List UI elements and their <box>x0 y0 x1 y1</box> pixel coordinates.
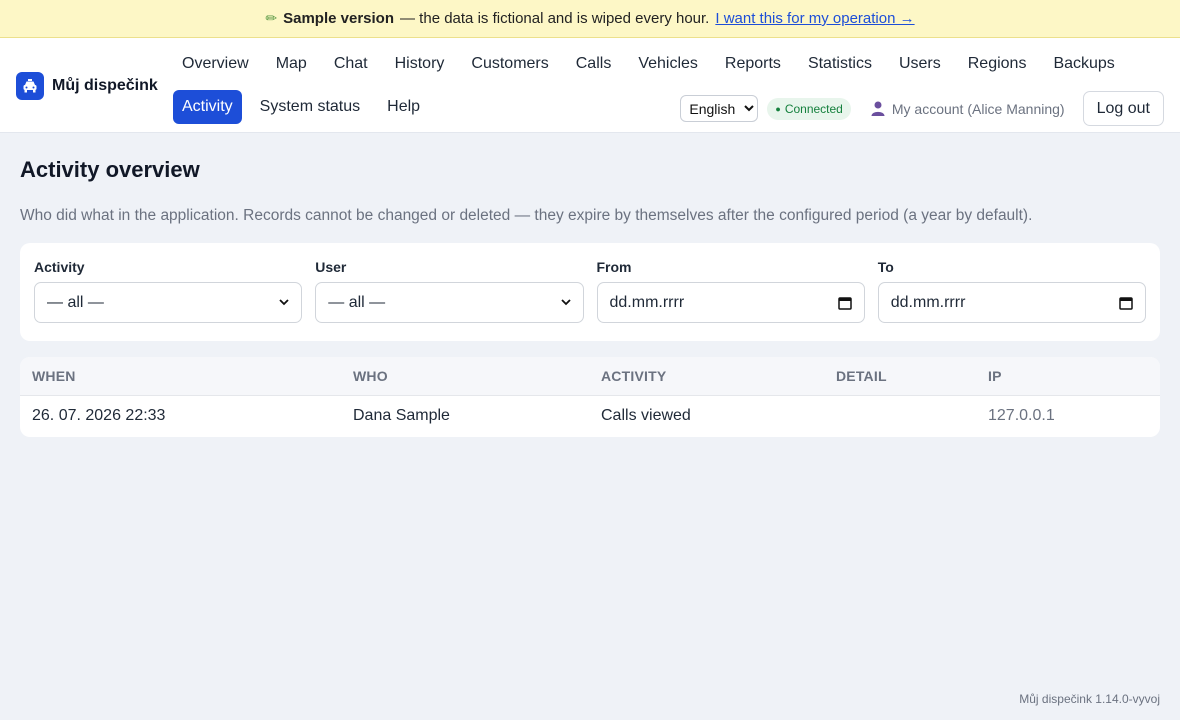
table-header-row: WHEN WHO ACTIVITY DETAIL IP <box>20 357 1160 396</box>
page-description: Who did what in the application. Records… <box>20 207 1033 224</box>
to-date-placeholder: dd.mm.rrrr <box>890 293 966 311</box>
my-account-label: My account (Alice Manning) <box>891 100 1065 117</box>
nav-backups[interactable]: Backups <box>1044 47 1123 81</box>
column-activity: ACTIVITY <box>589 357 824 396</box>
column-ip: IP <box>976 357 1160 396</box>
brand-name: Můj dispečink <box>52 77 158 94</box>
header-actions: English ● Connected My account (Alice Ma… <box>680 91 1164 126</box>
pencil-icon: ✏ <box>265 10 278 26</box>
version-footer: Můj dispečink 1.14.0-vyvoj <box>1019 692 1160 706</box>
from-date-placeholder: dd.mm.rrrr <box>609 293 685 311</box>
activity-select[interactable]: — all — <box>34 282 303 323</box>
nav-system-status[interactable]: System status <box>251 90 369 124</box>
nav-vehicles[interactable]: Vehicles <box>629 47 707 81</box>
nav-customers[interactable]: Customers <box>462 47 557 81</box>
taxi-icon <box>16 72 44 100</box>
nav-calls[interactable]: Calls <box>567 47 621 81</box>
page-title: Activity overview <box>20 157 200 182</box>
nav-history[interactable]: History <box>386 47 454 81</box>
nav-users[interactable]: Users <box>890 47 950 81</box>
main-content: Activity overview Who did what in the ap… <box>0 157 1180 437</box>
column-when: WHEN <box>20 357 341 396</box>
chevron-down-icon <box>560 299 571 306</box>
user-icon <box>871 101 885 116</box>
user-filter: User — all — <box>315 259 584 325</box>
language-select[interactable]: English <box>680 95 759 122</box>
cell-detail <box>824 395 976 437</box>
nav-map[interactable]: Map <box>267 47 316 81</box>
nav-primary: Overview Map Chat History Customers Call… <box>173 47 1133 81</box>
cell-ip: 127.0.0.1 <box>988 407 1055 425</box>
nav-help[interactable]: Help <box>378 90 429 124</box>
banner-link[interactable]: I want this for my operation → <box>715 10 914 27</box>
nav-secondary: Activity System status Help <box>173 90 438 124</box>
logout-button[interactable]: Log out <box>1082 91 1164 126</box>
activity-table-card: WHEN WHO ACTIVITY DETAIL IP 26. 07. 2026… <box>20 357 1160 437</box>
activity-filter: Activity — all — <box>34 259 303 325</box>
cell-when: 26. 07. 2026 22:33 <box>32 407 166 425</box>
user-select-value: — all — <box>328 293 386 311</box>
my-account-link[interactable]: My account (Alice Manning) <box>871 101 1065 117</box>
activity-filter-label: Activity <box>34 259 85 275</box>
column-detail: DETAIL <box>824 357 976 396</box>
nav-statistics[interactable]: Statistics <box>799 47 881 81</box>
sample-banner: ✏ Sample version — the data is fictional… <box>0 0 1180 38</box>
nav-regions[interactable]: Regions <box>959 47 1036 81</box>
brand[interactable]: Můj dispečink <box>16 72 158 100</box>
activity-select-value: — all — <box>47 293 104 311</box>
status-dot-icon: ● <box>775 103 781 114</box>
chevron-down-icon <box>279 299 289 306</box>
banner-text: — the data is fictional and is wiped eve… <box>400 10 710 27</box>
app-header: Můj dispečink Overview Map Chat History … <box>0 38 1180 133</box>
to-date-input[interactable]: dd.mm.rrrr <box>877 282 1146 323</box>
user-filter-label: User <box>315 259 347 275</box>
nav-overview[interactable]: Overview <box>173 47 258 81</box>
from-date-input[interactable]: dd.mm.rrrr <box>596 282 865 323</box>
filter-panel: Activity — all — User — all — From dd.mm… <box>20 243 1160 341</box>
nav-reports[interactable]: Reports <box>716 47 790 81</box>
activity-table: WHEN WHO ACTIVITY DETAIL IP 26. 07. 2026… <box>20 357 1160 437</box>
banner-title: Sample version <box>283 10 395 27</box>
table-row: 26. 07. 2026 22:33 Dana Sample Calls vie… <box>20 395 1160 437</box>
from-filter: From dd.mm.rrrr <box>596 259 865 325</box>
nav-activity[interactable]: Activity <box>173 90 242 124</box>
connection-status-text: Connected <box>784 101 843 116</box>
from-filter-label: From <box>596 259 632 275</box>
cell-activity: Calls viewed <box>601 407 691 425</box>
nav-chat[interactable]: Chat <box>325 47 377 81</box>
to-filter: To dd.mm.rrrr <box>877 259 1146 325</box>
cell-who: Dana Sample <box>353 407 450 425</box>
user-select[interactable]: — all — <box>315 282 584 323</box>
calendar-icon[interactable] <box>838 296 852 310</box>
column-who: WHO <box>341 357 589 396</box>
connection-status-badge: ● Connected <box>767 97 851 120</box>
to-filter-label: To <box>877 259 894 275</box>
calendar-icon[interactable] <box>1119 296 1133 310</box>
